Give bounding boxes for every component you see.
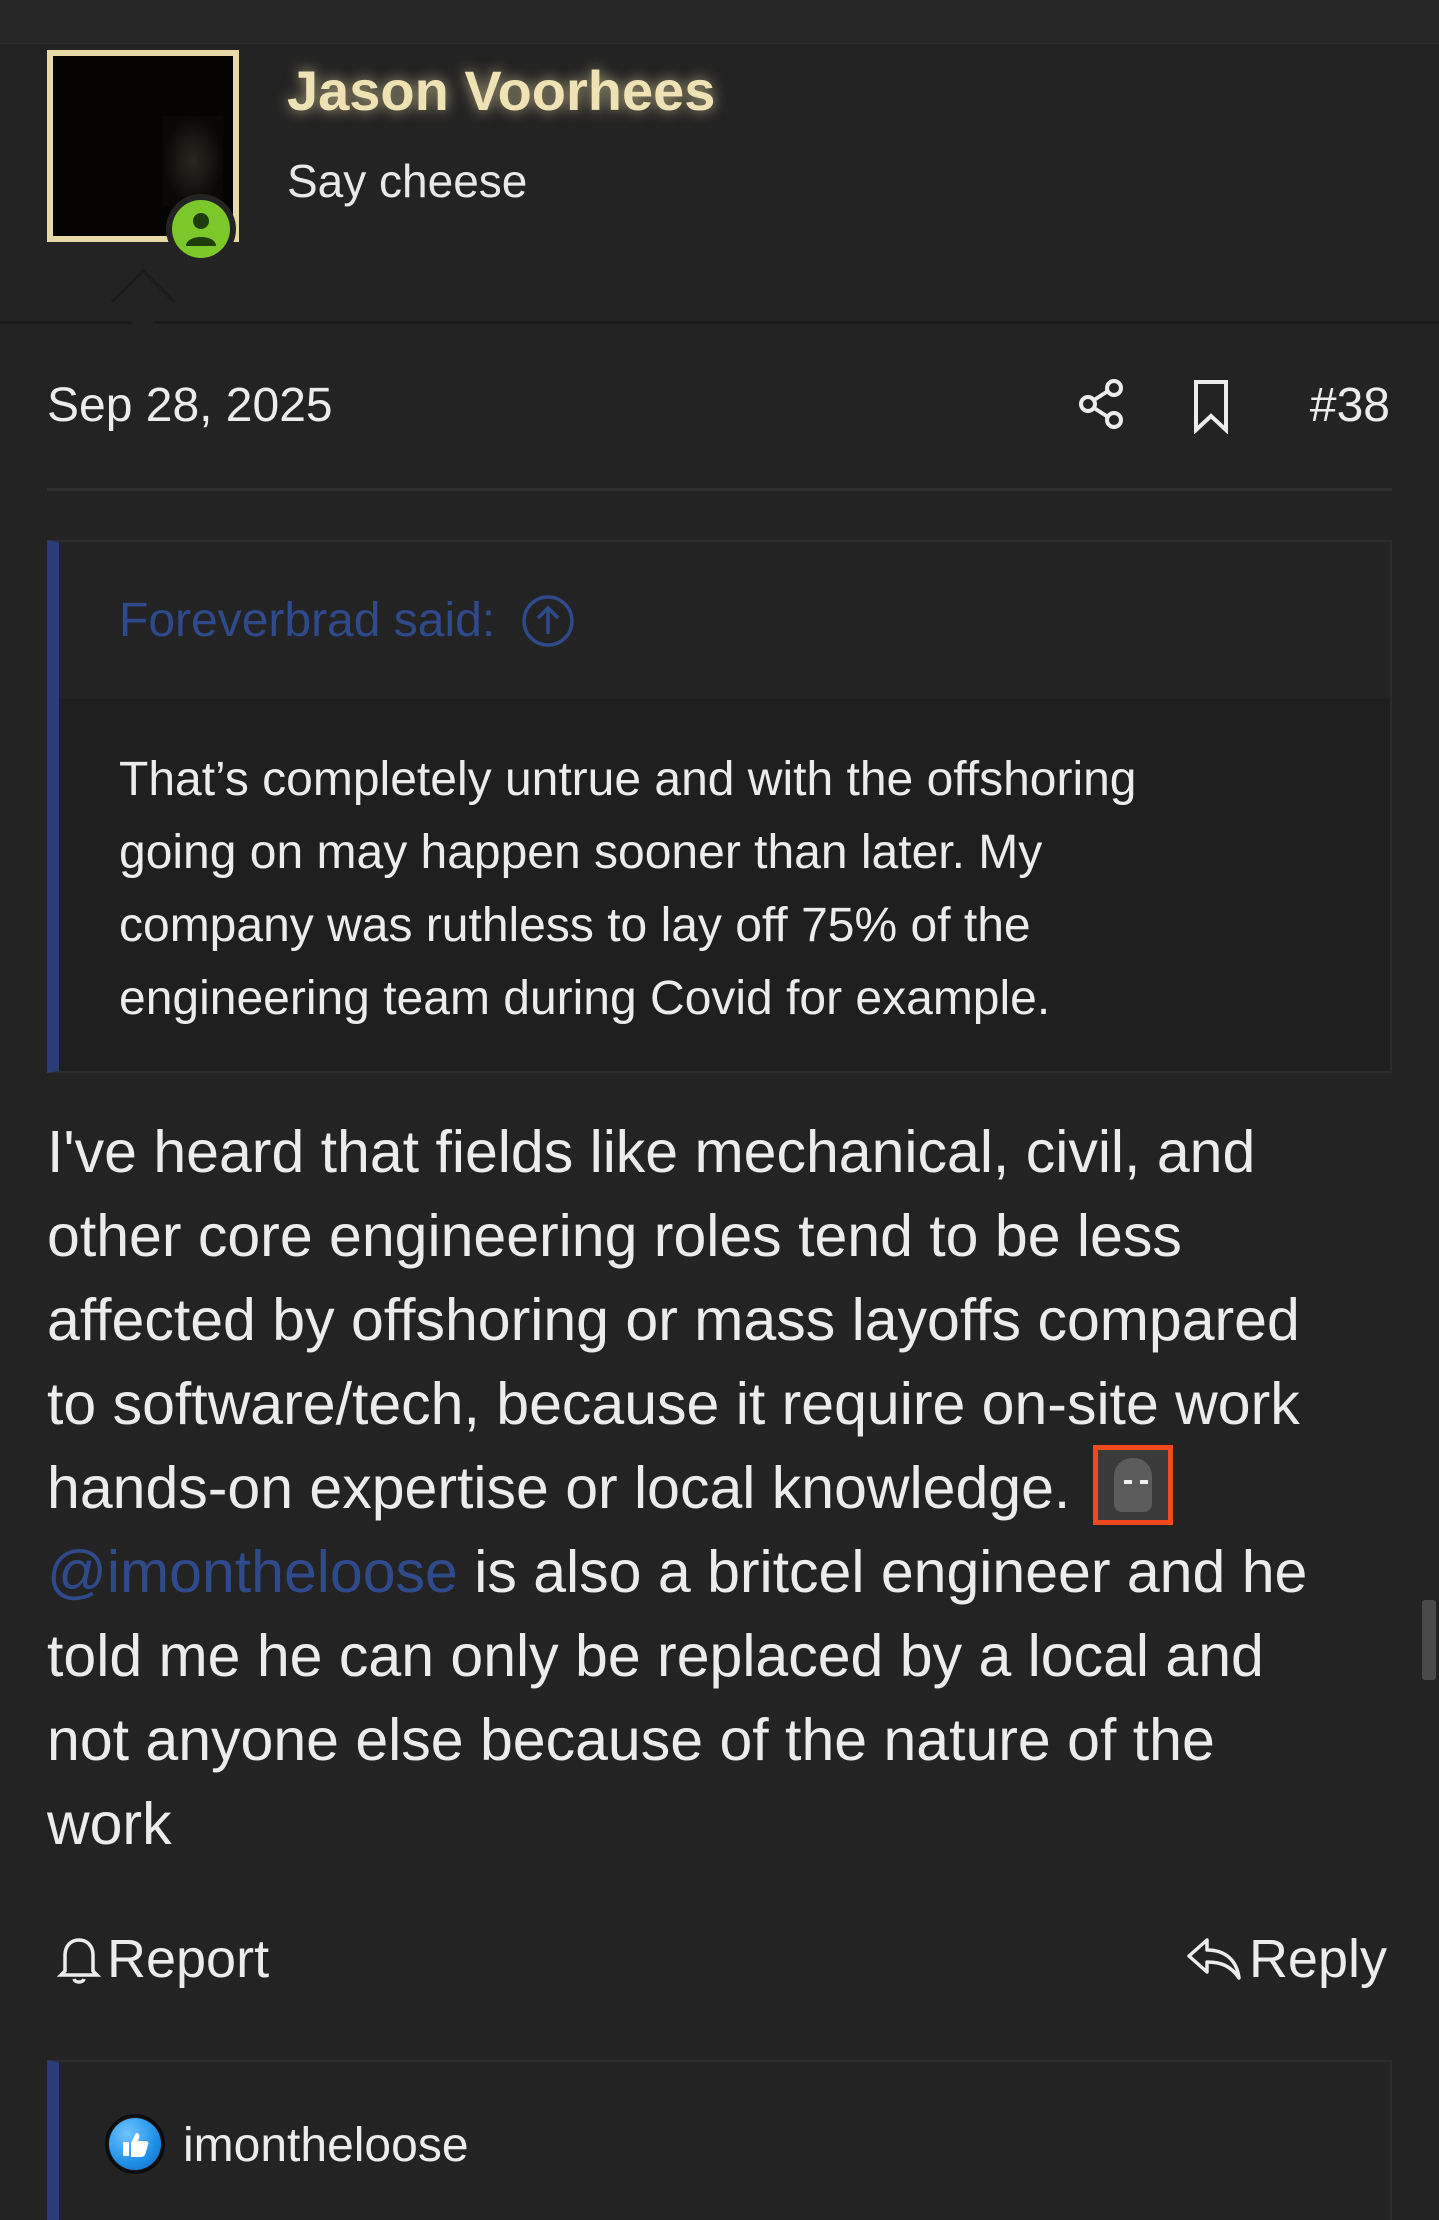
message-line: to software/tech, because it require on-… xyxy=(47,1371,1300,1437)
message-line-with-mention: @imontheloose is also a britcel engineer… xyxy=(47,1530,1407,1614)
reply-label: Reply xyxy=(1248,1929,1387,1989)
reaction-user-link[interactable]: imontheloose xyxy=(183,2118,469,2173)
online-status-badge xyxy=(166,194,236,264)
post-message: I've heard that fields like mechanical, … xyxy=(47,1110,1407,1866)
scrollbar-thumb[interactable] xyxy=(1422,1600,1436,1680)
share-icon[interactable] xyxy=(1076,376,1128,432)
user-title: Say cheese xyxy=(287,155,528,207)
user-mention-link[interactable]: @imontheloose xyxy=(47,1539,458,1605)
message-line: not anyone else because of the nature of… xyxy=(47,1707,1215,1773)
avatar-image xyxy=(163,116,223,206)
like-icon xyxy=(105,2114,165,2174)
smirk-face-icon xyxy=(1092,1445,1173,1526)
quote-line: going on may happen sooner than later. M… xyxy=(119,826,1043,879)
quote-block: Foreverbrad said: That’s completely untr… xyxy=(47,540,1392,1073)
top-strip xyxy=(0,0,1439,44)
quote-header[interactable]: Foreverbrad said: xyxy=(59,542,1390,699)
quote-line: company was ruthless to lay off 75% of t… xyxy=(119,899,1031,952)
message-line: I've heard that fields like mechanical, … xyxy=(47,1119,1256,1185)
message-line: told me he can only be replaced by a loc… xyxy=(47,1623,1264,1689)
quote-line: That’s completely untrue and with the of… xyxy=(119,753,1137,806)
message-line: affected by offshoring or mass layoffs c… xyxy=(47,1287,1300,1353)
message-line-text: hands-on expertise or local knowledge. xyxy=(47,1455,1071,1521)
report-button[interactable]: Report xyxy=(55,1928,269,1990)
post-number-link[interactable]: #38 xyxy=(1310,378,1390,433)
bell-icon xyxy=(56,1938,102,1984)
message-line-text: is also a britcel engineer and he xyxy=(457,1539,1308,1605)
report-label: Report xyxy=(107,1929,270,1989)
post-date[interactable]: Sep 28, 2025 xyxy=(47,378,333,433)
reply-button[interactable]: Reply xyxy=(1185,1928,1387,1990)
user-online-icon xyxy=(172,200,230,258)
message-line: other core engineering roles tend to be … xyxy=(47,1203,1182,1269)
quote-author[interactable]: Foreverbrad said: xyxy=(119,593,495,648)
username-link[interactable]: Jason Voorhees xyxy=(287,58,715,123)
quote-body: That’s completely untrue and with the of… xyxy=(59,699,1390,1035)
message-line: work xyxy=(47,1791,172,1857)
reply-arrow-icon xyxy=(1187,1938,1241,1980)
quote-line: engineering team during Covid for exampl… xyxy=(119,972,1051,1025)
reactions-bar: imontheloose xyxy=(47,2060,1392,2220)
divider xyxy=(47,488,1392,491)
jump-to-quote-icon[interactable] xyxy=(521,594,575,648)
bookmark-icon[interactable] xyxy=(1186,378,1236,435)
message-line-with-smilie: hands-on expertise or local knowledge. xyxy=(47,1445,1407,1530)
